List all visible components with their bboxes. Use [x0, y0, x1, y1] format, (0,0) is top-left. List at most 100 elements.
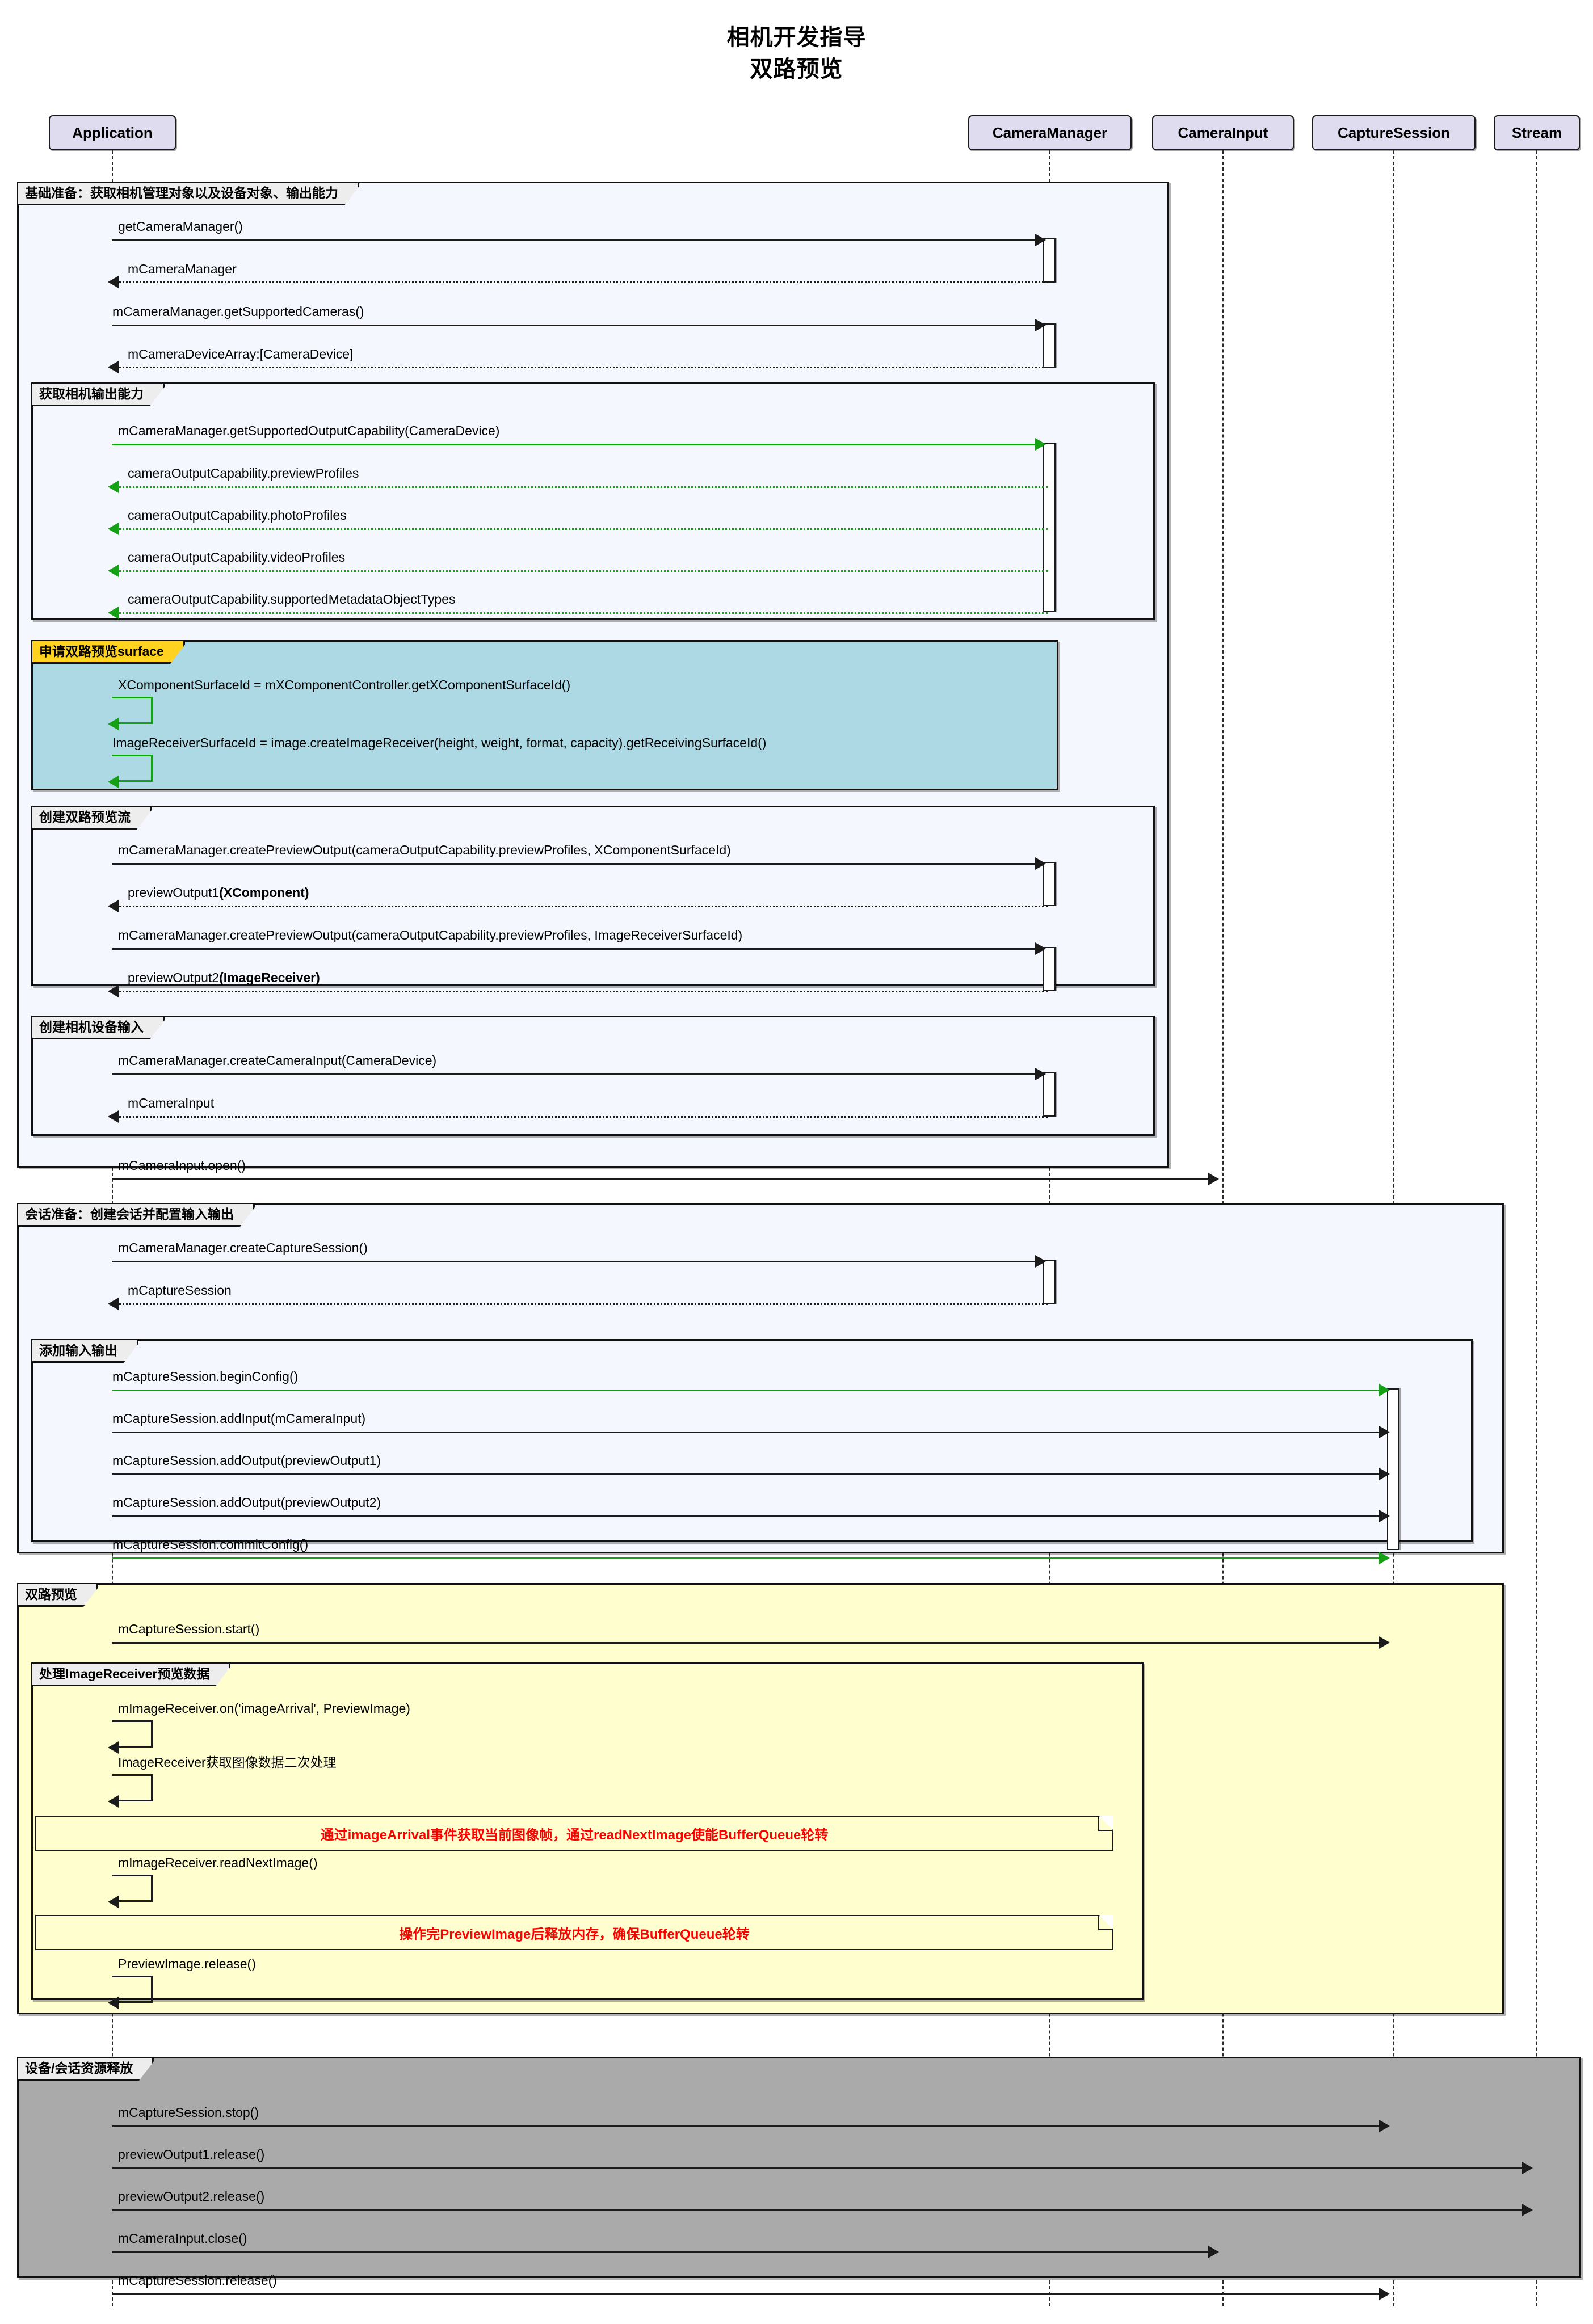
diagram-title-line1: 相机开发指导: [726, 25, 867, 50]
message-arrow-camera-input-open: [112, 1178, 1212, 1180]
message-text-bold: (XComponent): [219, 885, 309, 900]
message-arrow-camera-device-array: [112, 367, 1048, 368]
message-label-imagereceiver-on: mImageReceiver.on('imageArrival', Previe…: [118, 1701, 410, 1716]
participant-application[interactable]: Application: [49, 115, 176, 150]
arrowhead-right-icon: [1379, 1468, 1390, 1480]
message-label-video-profiles: cameraOutputCapability.videoProfiles: [128, 550, 346, 565]
message-label-imagereceiver-secondary-processing: ImageReceiver获取图像数据二次处理: [118, 1755, 337, 1770]
message-label-camera-input-open: mCameraInput.open(): [118, 1158, 246, 1173]
arrowhead-left-icon: [108, 1997, 119, 2009]
message-label-camera-device-array: mCameraDeviceArray:[CameraDevice]: [128, 347, 354, 361]
arrowhead-left-icon: [108, 1896, 119, 1908]
arrowhead-right-icon: [1379, 1636, 1390, 1649]
message-label-read-next-image: mImageReceiver.readNextImage(): [118, 1855, 318, 1870]
arrowhead-right-icon: [1379, 1384, 1390, 1396]
message-arrow-supported-metadata-object-types: [112, 612, 1048, 614]
message-label-preview-output-1: previewOutput1(XComponent): [128, 886, 309, 899]
message-arrow-get-supported-output-capability: [112, 444, 1039, 445]
participant-stream[interactable]: Stream: [1494, 115, 1580, 150]
message-text: previewOutput1: [128, 885, 220, 900]
message-label-get-supported-cameras: mCameraManager.getSupportedCameras(): [112, 304, 364, 319]
arrowhead-right-icon: [1035, 1068, 1046, 1080]
message-arrow-add-output-2: [112, 1515, 1383, 1517]
message-arrow-preview-output2-release: [112, 2209, 1526, 2211]
fragment-label-request-preview-surface: 申请双路预览surface: [32, 641, 185, 664]
arrowhead-left-icon: [108, 1298, 119, 1310]
message-arrow-preview-output-2: [112, 991, 1048, 992]
message-arrow-capture-session-stop: [112, 2125, 1383, 2127]
message-label-m-camera-manager: mCameraManager: [128, 262, 237, 276]
fragment-label-get-output-capability: 获取相机输出能力: [32, 384, 165, 407]
arrowhead-right-icon: [1379, 2288, 1390, 2300]
message-label-capture-session-start: mCaptureSession.start(): [118, 1622, 260, 1636]
message-label-capture-session-release: mCaptureSession.release(): [118, 2273, 277, 2288]
message-arrow-m-camera-manager: [112, 281, 1048, 283]
arrowhead-right-icon: [1208, 2246, 1219, 2258]
message-label-commit-config: mCaptureSession.commitConfig(): [112, 1537, 309, 1552]
message-arrow-video-profiles: [112, 570, 1048, 572]
message-label-add-output-2: mCaptureSession.addOutput(previewOutput2…: [112, 1495, 381, 1510]
fragment-get-output-capability: 获取相机输出能力: [31, 382, 1155, 620]
note-imagearrival-buffer-queue: 通过imageArrival事件获取当前图像帧，通过readNextImage使…: [35, 1816, 1113, 1851]
sequence-diagram-canvas: 相机开发指导 双路预览 Application CameraManager Ca…: [0, 0, 1593, 2324]
fragment-label-basic-preparation: 基础准备：获取相机管理对象以及设备对象、输出能力: [18, 183, 359, 206]
message-arrow-create-capture-session: [112, 1261, 1039, 1262]
arrowhead-left-icon: [108, 565, 119, 577]
fragment-label-handle-imagereceiver-data: 处理ImageReceiver预览数据: [32, 1664, 231, 1687]
message-text: previewOutput2: [128, 970, 220, 985]
message-label-preview-output-2: previewOutput2(ImageReceiver): [128, 971, 320, 984]
message-label-create-preview-output-2: mCameraManager.createPreviewOutput(camer…: [118, 928, 743, 942]
message-label-m-capture-session: mCaptureSession: [128, 1283, 232, 1298]
fragment-label-create-preview-streams: 创建双路预览流: [32, 807, 152, 830]
arrowhead-right-icon: [1379, 1510, 1390, 1522]
arrowhead-left-icon: [108, 985, 119, 997]
message-arrow-begin-config: [112, 1390, 1383, 1391]
message-arrow-create-camera-input: [112, 1073, 1039, 1075]
message-label-capture-session-stop: mCaptureSession.stop(): [118, 2105, 259, 2120]
participant-cameramanager[interactable]: CameraManager: [968, 115, 1132, 150]
message-arrow-get-supported-cameras: [112, 325, 1039, 326]
message-arrow-create-preview-output-1: [112, 863, 1039, 865]
message-label-preview-profiles: cameraOutputCapability.previewProfiles: [128, 466, 359, 481]
message-arrow-capture-session-release: [112, 2293, 1383, 2295]
message-arrow-create-preview-output-2: [112, 948, 1039, 950]
message-label-create-preview-output-1: mCameraManager.createPreviewOutput(camer…: [118, 843, 731, 857]
arrowhead-right-icon: [1379, 2120, 1390, 2132]
message-arrow-camera-input-close: [112, 2251, 1212, 2253]
note-fold-line-icon: [1098, 1816, 1113, 1831]
message-label-begin-config: mCaptureSession.beginConfig(): [112, 1369, 299, 1384]
message-label-create-camera-input: mCameraManager.createCameraInput(CameraD…: [118, 1053, 437, 1068]
arrowhead-left-icon: [108, 1741, 119, 1754]
message-arrow-commit-config: [112, 1557, 1383, 1559]
fragment-label-dual-preview: 双路预览: [18, 1584, 98, 1607]
arrowhead-left-icon: [108, 1795, 119, 1808]
arrowhead-right-icon: [1035, 234, 1046, 246]
message-label-xcomponent-surface-id: XComponentSurfaceId = mXComponentControl…: [118, 677, 571, 692]
arrowhead-right-icon: [1035, 1255, 1046, 1268]
message-label-imagereceiver-surface-id: ImageReceiverSurfaceId = image.createIma…: [112, 735, 767, 750]
message-arrow-preview-output1-release: [112, 2167, 1526, 2169]
message-arrow-preview-output-1: [112, 906, 1048, 907]
message-label-m-camera-input: mCameraInput: [128, 1096, 215, 1110]
message-label-add-output-1: mCaptureSession.addOutput(previewOutput1…: [112, 1453, 381, 1468]
arrowhead-left-icon: [108, 361, 119, 373]
note-fold-line-icon: [1098, 1915, 1113, 1930]
message-label-photo-profiles: cameraOutputCapability.photoProfiles: [128, 508, 347, 523]
fragment-label-resource-release: 设备/会话资源释放: [18, 2058, 154, 2081]
arrowhead-left-icon: [108, 718, 119, 730]
message-arrow-m-camera-input: [112, 1116, 1048, 1118]
message-label-get-camera-manager: getCameraManager(): [118, 219, 243, 234]
participant-camerainput[interactable]: CameraInput: [1152, 115, 1294, 150]
message-arrow-add-input: [112, 1432, 1383, 1433]
arrowhead-right-icon: [1522, 2162, 1533, 2174]
message-arrow-add-output-1: [112, 1473, 1383, 1475]
message-arrow-preview-profiles: [112, 486, 1048, 488]
fragment-label-session-preparation: 会话准备：创建会话并配置输入输出: [18, 1204, 255, 1227]
message-label-preview-output2-release: previewOutput2.release(): [118, 2189, 265, 2204]
arrowhead-right-icon: [1379, 1426, 1390, 1438]
fragment-request-preview-surface: 申请双路预览surface: [31, 640, 1058, 790]
message-label-preview-output1-release: previewOutput1.release(): [118, 2147, 265, 2162]
arrowhead-left-icon: [108, 276, 119, 288]
message-label-camera-input-close: mCameraInput.close(): [118, 2231, 247, 2246]
participant-capturesession[interactable]: CaptureSession: [1312, 115, 1476, 150]
